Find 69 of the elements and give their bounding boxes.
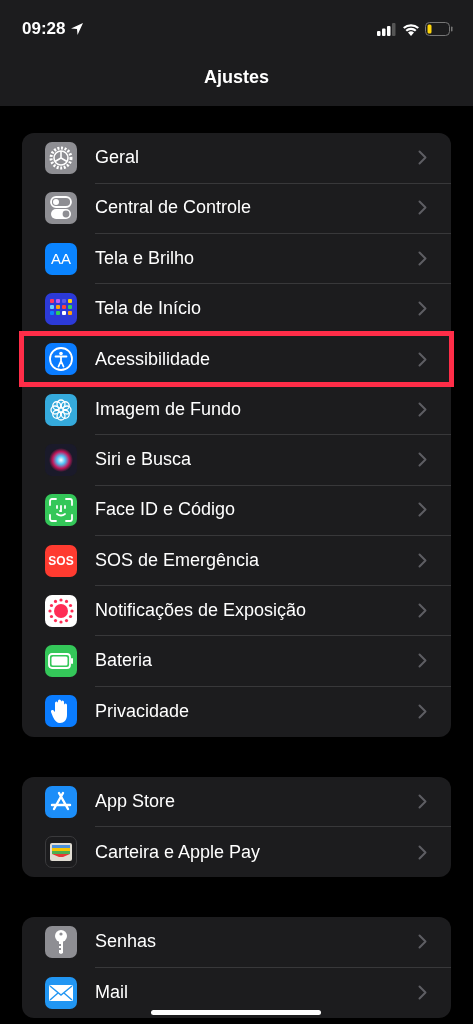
settings-row[interactable]: Tela de Início <box>22 283 451 335</box>
settings-row[interactable]: Privacidade <box>22 686 451 737</box>
location-arrow-icon <box>70 22 85 36</box>
chevron-right-icon <box>418 844 427 860</box>
row-label: Mail <box>95 982 129 1004</box>
row-label: Imagem de Fundo <box>95 398 243 420</box>
chevron-right-icon <box>418 934 427 950</box>
chevron-right-icon <box>418 451 427 467</box>
envelope-icon <box>45 976 77 1009</box>
settings-row[interactable]: Face ID e Código <box>22 485 451 536</box>
settings-row[interactable]: Bateria <box>22 635 451 687</box>
row-label: Privacidade <box>95 700 191 722</box>
row-label: Acessibilidade <box>95 348 212 370</box>
chevron-right-icon <box>418 200 427 216</box>
sos-icon: SOS <box>45 544 77 577</box>
battery-icon <box>45 645 77 678</box>
row-label: Central de Controle <box>95 197 253 219</box>
orb-icon <box>45 443 77 476</box>
row-label: Face ID e Código <box>95 499 237 521</box>
row-label: Siri e Busca <box>95 448 193 470</box>
chevron-right-icon <box>418 985 427 1001</box>
app-store-icon <box>45 785 77 818</box>
row-label: Carteira e Apple Pay <box>95 841 262 863</box>
key-icon <box>45 926 77 959</box>
settings-row[interactable]: Mail <box>22 967 451 1018</box>
chevron-right-icon <box>418 602 427 618</box>
settings-row[interactable]: Imagem de Fundo <box>22 384 451 435</box>
row-label: App Store <box>95 790 177 812</box>
chevron-right-icon <box>418 703 427 719</box>
face-icon <box>45 494 77 527</box>
chevron-right-icon <box>418 793 427 809</box>
toggle-switches-icon <box>45 192 77 225</box>
settings-row[interactable]: AA Tela e Brilho <box>22 233 451 284</box>
settings-row[interactable]: Senhas <box>22 917 451 968</box>
clock-time: 09:28 <box>22 19 66 39</box>
row-label: Tela e Brilho <box>95 247 196 269</box>
settings-row[interactable]: Notificações de Exposição <box>22 585 451 636</box>
chevron-right-icon <box>418 653 427 669</box>
row-label: Geral <box>95 147 140 169</box>
wifi-icon <box>402 22 420 36</box>
chevron-right-icon <box>418 351 427 367</box>
page-title: Ajustes <box>203 67 270 88</box>
settings-row[interactable]: SOS SOS de Emergência <box>22 535 451 586</box>
battery-low-icon <box>425 22 453 36</box>
row-label: Senhas <box>95 931 158 953</box>
row-label: Bateria <box>95 650 154 672</box>
app-grid-icon <box>45 293 77 326</box>
chevron-right-icon <box>418 301 427 317</box>
wallet-icon <box>45 836 77 868</box>
hand-icon <box>45 695 77 728</box>
settings-row[interactable]: Acessibilidade <box>22 334 451 385</box>
chevron-right-icon <box>418 502 427 518</box>
chevron-right-icon <box>418 552 427 568</box>
settings-row[interactable]: Siri e Busca <box>22 434 451 486</box>
settings-row[interactable]: Carteira e Apple Pay <box>22 826 451 878</box>
settings-row[interactable]: App Store <box>22 776 451 827</box>
row-label: Tela de Início <box>95 298 203 320</box>
accessibility-icon <box>45 343 77 376</box>
chevron-right-icon <box>418 401 427 417</box>
chevron-right-icon <box>418 150 427 166</box>
settings-row[interactable]: Central de Controle <box>22 183 451 234</box>
gear-icon <box>45 142 77 175</box>
row-label: Notificações de Exposição <box>95 599 308 621</box>
settings-row[interactable]: Geral <box>22 133 451 184</box>
text-size-icon: AA <box>45 242 77 275</box>
flower-icon <box>45 393 77 426</box>
row-label: SOS de Emergência <box>95 549 261 571</box>
chevron-right-icon <box>418 250 427 266</box>
signal-icon <box>377 22 397 36</box>
